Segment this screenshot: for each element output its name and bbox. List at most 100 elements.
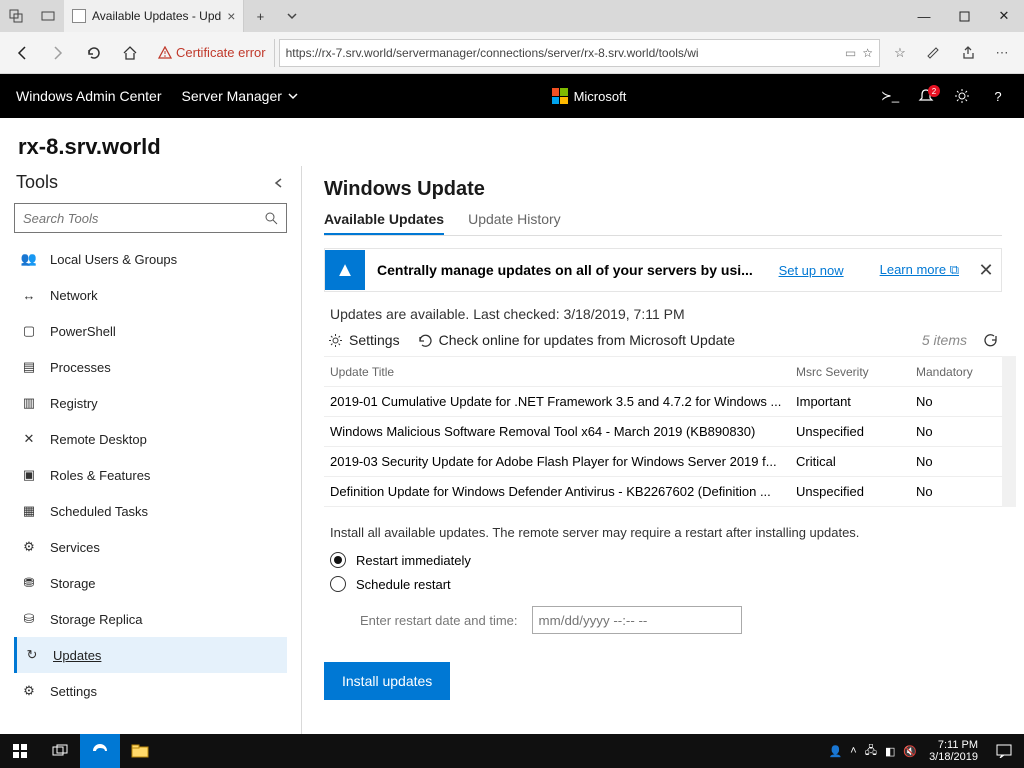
chevron-down-icon [288, 91, 298, 101]
notifications-icon[interactable]: 2 [916, 88, 936, 104]
sidebar-item-settings[interactable]: ⚙Settings [14, 673, 287, 709]
dismiss-notice-icon[interactable]: ✕ [971, 260, 1001, 281]
tools-panel: Tools 👥Local Users & Groups↔Network▢Powe… [0, 166, 302, 736]
schedule-restart-option[interactable]: Schedule restart [324, 572, 1002, 596]
install-updates-button[interactable]: Install updates [324, 662, 450, 700]
services-icon: ⚙ [20, 539, 38, 555]
datetime-label: Enter restart date and time: [360, 613, 518, 628]
sidebar-item-remote[interactable]: ✕Remote Desktop [14, 421, 287, 457]
restart-immediately-option[interactable]: Restart immediately [324, 548, 1002, 572]
server-manager-dropdown[interactable]: Server Manager [182, 88, 298, 104]
processes-icon: ▤ [20, 359, 38, 375]
reload-grid-icon[interactable] [983, 333, 998, 348]
task-view-button[interactable] [40, 734, 80, 768]
update-row[interactable]: 2019-03 Security Update for Adobe Flash … [324, 447, 1002, 477]
setup-now-link[interactable]: Set up now [779, 263, 844, 278]
browser-tab[interactable]: Available Updates - Upd × [64, 0, 244, 32]
sidebar-item-terminal[interactable]: ▢PowerShell [14, 313, 287, 349]
people-tray-icon[interactable]: 👤 [829, 745, 843, 758]
sidebar-item-roles[interactable]: ▣Roles & Features [14, 457, 287, 493]
tab-available-updates[interactable]: Available Updates [324, 211, 444, 235]
refresh-button[interactable] [78, 37, 110, 69]
update-row[interactable]: Definition Update for Windows Defender A… [324, 477, 1002, 507]
wac-brand[interactable]: Windows Admin Center [16, 88, 162, 104]
home-button[interactable] [114, 37, 146, 69]
network-icon: ↔ [20, 288, 38, 303]
tab-update-history[interactable]: Update History [468, 211, 561, 235]
system-tray[interactable]: 👤 ˄ 🖧 ◧ 🔇 [823, 742, 924, 761]
sidebar-item-replica[interactable]: ⛁Storage Replica [14, 601, 287, 637]
remote-icon: ✕ [20, 431, 38, 447]
sidebar-item-services[interactable]: ⚙Services [14, 529, 287, 565]
radio-selected-icon [330, 552, 346, 568]
favorites-hub-icon[interactable]: ☆ [884, 37, 916, 69]
registry-icon: ▥ [20, 395, 38, 411]
tools-heading: Tools [16, 172, 58, 193]
datetime-input[interactable] [532, 606, 742, 634]
forward-button[interactable] [42, 37, 74, 69]
powershell-icon[interactable]: ≻_ [880, 88, 900, 104]
collapse-panel-icon[interactable] [273, 177, 285, 189]
update-row[interactable]: Windows Malicious Software Removal Tool … [324, 417, 1002, 447]
microsoft-label: Microsoft [574, 89, 627, 104]
learn-more-link[interactable]: Learn more ⧉ [880, 262, 959, 278]
sidebar-item-updates[interactable]: ↻Updates [14, 637, 287, 673]
address-bar[interactable]: https://rx-7.srv.world/servermanager/con… [279, 39, 880, 67]
more-icon[interactable]: ⋯ [986, 37, 1018, 69]
search-tools-input[interactable] [23, 211, 264, 226]
browser-toolbar: Certificate error https://rx-7.srv.world… [0, 32, 1024, 74]
certificate-error[interactable]: Certificate error [150, 39, 275, 67]
back-button[interactable] [6, 37, 38, 69]
sound-tray-icon[interactable]: 🔇 [903, 745, 917, 758]
maximize-button[interactable] [944, 0, 984, 32]
network-tray-icon[interactable]: 🖧 [865, 742, 877, 761]
sidebar-item-network[interactable]: ↔Network [14, 277, 287, 313]
url-text: https://rx-7.srv.world/servermanager/con… [286, 46, 839, 60]
radio-unselected-icon [330, 576, 346, 592]
new-desktop-icon[interactable] [32, 0, 64, 32]
page-title: Windows Update [324, 178, 1002, 211]
updates-settings-button[interactable]: Settings [328, 332, 400, 348]
action-center-icon[interactable] [984, 734, 1024, 768]
wac-header: Windows Admin Center Server Manager Micr… [0, 74, 1024, 118]
azure-notice-banner: ▲ Centrally manage updates on all of you… [324, 248, 1002, 292]
check-online-button[interactable]: Check online for updates from Microsoft … [418, 332, 735, 348]
tab-title: Available Updates - Upd [92, 9, 221, 23]
install-note: Install all available updates. The remot… [324, 507, 1002, 548]
roles-icon: ▣ [20, 467, 38, 483]
vm-tray-icon[interactable]: ◧ [885, 745, 895, 758]
gear-icon [328, 333, 343, 348]
update-status: Updates are available. Last checked: 3/1… [324, 292, 1002, 330]
reading-view-icon[interactable]: ▭ [845, 46, 856, 60]
notes-icon[interactable] [918, 37, 950, 69]
windows-taskbar: 👤 ˄ 🖧 ◧ 🔇 7:11 PM 3/18/2019 [0, 734, 1024, 768]
settings-gear-icon[interactable] [952, 88, 972, 104]
close-window-button[interactable]: ✕ [984, 0, 1024, 32]
search-tools-box[interactable] [14, 203, 287, 233]
tab-chevron-icon[interactable] [276, 0, 308, 32]
help-icon[interactable]: ? [988, 89, 1008, 104]
updates-icon: ↻ [23, 647, 41, 663]
new-tab-icon[interactable]: + [244, 0, 276, 32]
share-icon[interactable] [952, 37, 984, 69]
explorer-taskbar-icon[interactable] [120, 734, 160, 768]
tray-chevron-icon[interactable]: ˄ [850, 745, 856, 757]
grid-scrollbar[interactable] [1002, 356, 1016, 507]
update-row[interactable]: 2019-01 Cumulative Update for .NET Frame… [324, 387, 1002, 417]
item-count: 5 items [922, 332, 967, 348]
sidebar-item-storage[interactable]: ⛃Storage [14, 565, 287, 601]
start-button[interactable] [0, 734, 40, 768]
sidebar-item-tasks[interactable]: ▦Scheduled Tasks [14, 493, 287, 529]
sidebar-item-processes[interactable]: ▤Processes [14, 349, 287, 385]
replica-icon: ⛁ [20, 611, 38, 627]
sidebar-item-users[interactable]: 👥Local Users & Groups [14, 241, 287, 277]
grid-header: Update Title Msrc Severity Mandatory [324, 357, 1002, 387]
sidebar-item-registry[interactable]: ▥Registry [14, 385, 287, 421]
favorite-icon[interactable]: ☆ [862, 46, 873, 60]
recent-apps-icon[interactable] [0, 0, 32, 32]
taskbar-clock[interactable]: 7:11 PM 3/18/2019 [923, 739, 984, 763]
close-tab-icon[interactable]: × [227, 8, 235, 24]
edge-taskbar-icon[interactable] [80, 734, 120, 768]
minimize-button[interactable]: — [904, 0, 944, 32]
notice-message: Centrally manage updates on all of your … [377, 262, 753, 278]
